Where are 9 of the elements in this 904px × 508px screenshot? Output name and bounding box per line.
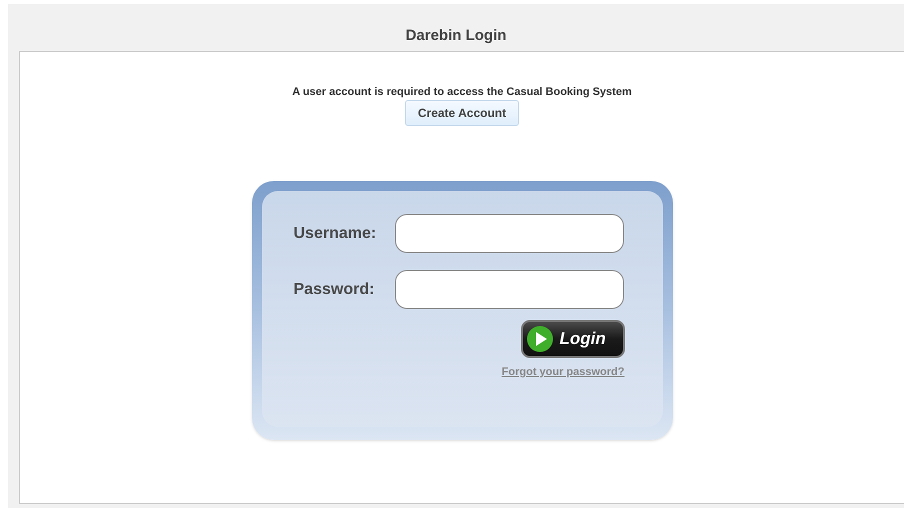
field-label: Password:: [294, 280, 376, 300]
play-icon: [526, 325, 554, 353]
notice-text: A user account is required to access the Casual Booking System: [292, 85, 632, 99]
create-account-button[interactable]: Create Account: [404, 100, 520, 126]
text-field[interactable]: [394, 214, 624, 253]
text-field[interactable]: [394, 270, 624, 309]
field-label: Username:: [294, 224, 378, 244]
page-title: Darebin Login: [406, 26, 506, 46]
login-button[interactable]: Login: [520, 320, 624, 358]
